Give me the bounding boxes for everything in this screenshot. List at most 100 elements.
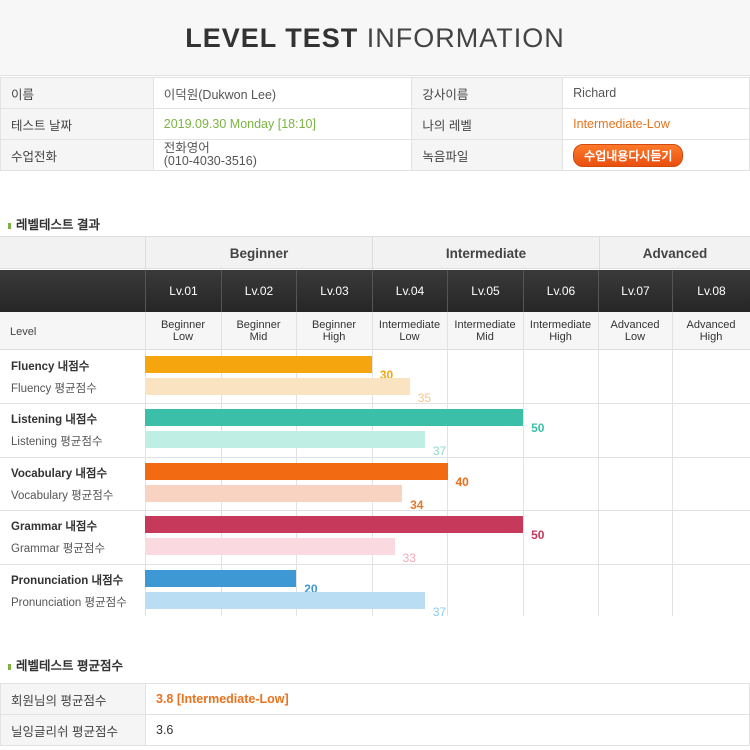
level-name-5: Intermediate Mid	[447, 319, 523, 343]
fluency-my-score-bar	[145, 356, 372, 373]
level-test-chart: Beginner Intermediate Advanced Lv.01 Lv.0…	[0, 236, 750, 619]
level-name-8: Advanced High	[672, 319, 750, 343]
level-number-3: Lv.03	[296, 270, 372, 312]
grid-line-vertical	[598, 312, 599, 616]
fluency-my-score-label: Fluency 내점수	[11, 361, 90, 373]
result-section-title: 레벨테스트 결과	[8, 214, 100, 233]
level-group-text: Beginner	[311, 319, 357, 331]
avg-section-title: 레벨테스트 평균점수	[8, 655, 123, 674]
avg-section-text: 레벨테스트 평균점수	[16, 659, 123, 673]
mylevel-value: Intermediate-Low	[562, 108, 750, 140]
level-number-6: Lv.06	[523, 270, 598, 312]
grid-line-horizontal	[0, 403, 750, 405]
vocabulary-avg-score-value: 34	[410, 497, 424, 512]
vocabulary-avg-score-label: Vocabulary 평균점수	[11, 489, 114, 502]
grammar-avg-score-label: Grammar 평균점수	[11, 543, 106, 556]
group-beginner: Beginner	[145, 237, 372, 270]
level-tier-text: Mid	[249, 331, 268, 343]
grid-line-vertical	[672, 312, 673, 616]
level-group-text: Beginner	[236, 319, 281, 331]
level-group-text: Intermediate	[378, 319, 441, 331]
group-header-row: Beginner Intermediate Advanced	[0, 236, 750, 270]
level-tier-text: High	[549, 331, 572, 343]
listening-avg-score-label: Listening 평균점수	[11, 436, 103, 449]
grammar-my-score-value: 50	[531, 528, 545, 543]
pronunciation-avg-score-label: Pronunciation 평균점수	[11, 596, 127, 609]
group-intermediate: Intermediate	[372, 237, 599, 270]
vocabulary-my-score-bar	[145, 462, 448, 480]
level-tier-text: Mid	[476, 331, 494, 343]
fluency-avg-score-label: Fluency 평균점수	[11, 383, 97, 395]
phone-value: 전화영어 (010-4030-3516)	[152, 139, 413, 171]
title-light: INFORMATION	[366, 23, 565, 53]
level-number-4: Lv.04	[372, 270, 447, 312]
page-header: LEVEL TEST INFORMATION	[0, 0, 750, 76]
fluency-avg-score-value: 35	[417, 391, 432, 405]
fluency-avg-score-bar	[145, 378, 410, 395]
vocabulary-my-score-label: Vocabulary 내점수	[11, 467, 108, 480]
page-title: LEVEL TEST INFORMATION	[0, 0, 750, 76]
grid-line-horizontal	[0, 563, 750, 565]
level-number-8: Lv.08	[672, 270, 750, 312]
level-number-row: Lv.01 Lv.02 Lv.03 Lv.04 Lv.05 Lv.06 Lv.07 Lv.08	[0, 270, 750, 312]
level-group-text: Beginner	[160, 319, 206, 331]
grammar-avg-score-bar	[145, 538, 395, 556]
grammar-my-score-bar	[145, 516, 524, 534]
group-advanced: Advanced	[599, 237, 750, 270]
vocabulary-avg-score-bar	[145, 484, 403, 502]
name-label: 이름	[0, 77, 154, 109]
global-avg-label: 닐잉글리쉬 평균점수	[0, 714, 146, 746]
level-number-2: Lv.02	[221, 270, 296, 312]
level-name-3: Beginner High	[296, 319, 372, 343]
level-tier-text: Low	[624, 331, 646, 343]
grid-line-horizontal	[0, 510, 750, 512]
date-value: 2019.09.30 Monday [18:10]	[152, 108, 413, 140]
member-avg-label: 회원님의 평균점수	[0, 683, 146, 715]
level-group-text: Intermediate	[454, 319, 516, 331]
phone-number: (010-4030-3516)	[163, 154, 257, 168]
global-avg-value: 3.6	[145, 714, 750, 746]
level-name-6: Intermediate High	[523, 319, 598, 343]
name-value: 이덕원(Dukwon Lee)	[152, 77, 413, 109]
listening-my-score-bar	[145, 409, 524, 427]
level-row-label: Level	[10, 326, 37, 338]
level-name-4: Intermediate Low	[372, 319, 447, 343]
grid-line-vertical	[523, 312, 524, 616]
recording-label: 녹음파일	[411, 139, 564, 171]
level-group-text: Intermediate	[529, 319, 592, 331]
level-tier-text: High	[699, 331, 723, 343]
pronunciation-avg-score-bar	[145, 591, 425, 609]
pronunciation-my-score-label: Pronunciation 내점수	[11, 574, 124, 587]
level-number-5: Lv.05	[447, 270, 523, 312]
grammar-avg-score-value: 33	[402, 551, 416, 566]
date-label: 테스트 날짜	[0, 108, 154, 140]
listening-avg-score-value: 37	[432, 444, 447, 459]
vocabulary-my-score-value: 40	[455, 474, 469, 489]
level-name-7: Advanced Low	[598, 319, 672, 343]
grid-line-horizontal	[0, 456, 750, 458]
listening-my-score-value: 50	[531, 421, 545, 436]
mylevel-label: 나의 레벨	[411, 108, 564, 140]
pronunciation-my-score-bar	[145, 569, 297, 587]
student-info-table: 이름 이덕원(Dukwon Lee) 강사이름 Richard 테스트 날짜 2…	[0, 77, 750, 171]
level-tier-text: Low	[399, 331, 420, 343]
result-section-text: 레벨테스트 결과	[16, 218, 100, 232]
level-number-1: Lv.01	[145, 270, 221, 312]
bullet-icon	[8, 663, 11, 670]
level-name-row: Level Beginner Low Beginner Mid Beginner High…	[0, 312, 750, 350]
grammar-my-score-label: Grammar 내점수	[11, 521, 98, 534]
level-group-text: Advanced	[610, 319, 660, 331]
average-score-table: 회원님의 평균점수 3.8 [Intermediate-Low] 닐잉글리쉬 평…	[0, 683, 750, 746]
title-bold: LEVEL TEST	[185, 23, 359, 53]
teacher-value: Richard	[562, 77, 750, 109]
level-name-2: Beginner Mid	[221, 319, 296, 343]
level-number-7: Lv.07	[598, 270, 672, 312]
pronunciation-avg-score-value: 37	[432, 604, 447, 619]
replay-lesson-button[interactable]: 수업내용다시듣기	[573, 143, 684, 167]
phone-label: 수업전화	[0, 139, 154, 171]
level-tier-text: Low	[172, 331, 194, 343]
listening-my-score-label: Listening 내점수	[11, 414, 98, 427]
recording-cell: 수업내용다시듣기	[562, 139, 750, 171]
teacher-label: 강사이름	[411, 77, 564, 109]
level-name-1: Beginner Low	[145, 319, 221, 343]
